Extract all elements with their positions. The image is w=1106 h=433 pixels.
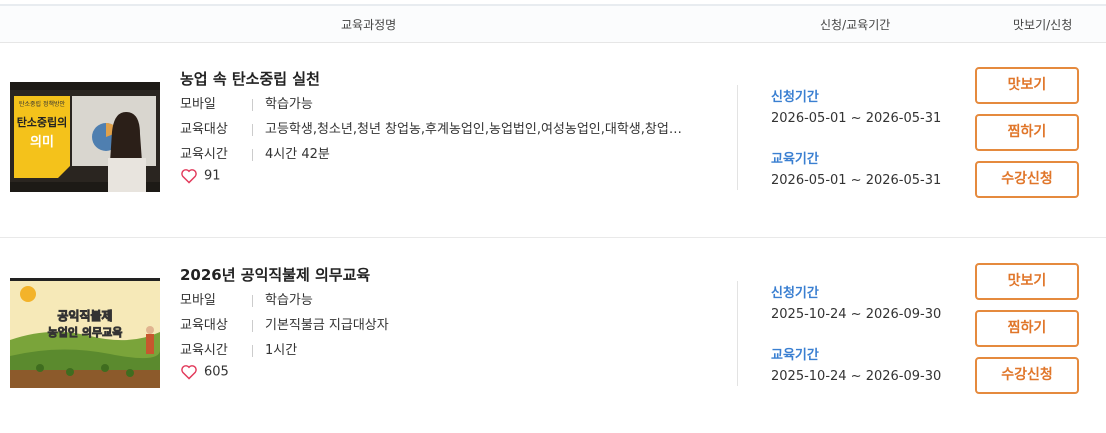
enroll-button[interactable]: 수강신청 [975,357,1079,394]
time-value: 4시간 42분 [265,147,330,162]
edu-period-value: 2026-05-01 ~ 2026-05-31 [771,173,942,188]
info-divider [252,294,253,307]
preview-button[interactable]: 맛보기 [975,67,1079,104]
thumb-title-line2: 의미 [30,134,54,150]
time-label: 교육시간 [180,147,228,162]
edu-period-label: 교육기간 [771,152,819,167]
course-thumbnail[interactable]: 탄소중립 정책방안 탄소중립의 의미 [10,82,160,192]
device-value: 학습가능 [265,97,313,112]
device-info: 모바일 학습가능 [180,289,313,308]
edu-period-label: 교육기간 [771,348,819,363]
course-row: 탄소중립 정책방안 탄소중립의 의미 농업 속 탄소중립 실천 모바일 학습가능 … [0,41,1106,238]
apply-period-label: 신청기간 [771,90,819,105]
like-number: 91 [204,168,221,184]
target-value: 기본직불금 지급대상자 [265,318,389,333]
like-count[interactable]: 91 [180,168,221,184]
edu-period-value: 2025-10-24 ~ 2026-09-30 [771,369,942,384]
column-header-period: 신청/교육기간 [820,18,891,32]
wishlist-button[interactable]: 찜하기 [975,114,1079,151]
apply-period-value: 2025-10-24 ~ 2026-09-30 [771,307,942,322]
target-label: 교육대상 [180,318,228,333]
target-value: 고등학생,청소년,청년 창업농,후계농업인,농업법인,여성농업인,대학생,창업… [265,122,682,137]
thumb-title-line1: 탄소중립의 [17,115,68,129]
info-divider [252,344,253,357]
info-divider [252,123,253,136]
heart-icon[interactable] [180,364,198,380]
thumb-title-line2: 농업인 의무교육 [48,325,123,339]
wishlist-button[interactable]: 찜하기 [975,310,1079,347]
course-title[interactable]: 2026년 공익직불제 의무교육 [180,264,370,285]
table-header: 교육과정명 신청/교육기간 맛보기/신청 [0,4,1106,43]
course-title[interactable]: 농업 속 탄소중립 실천 [180,68,320,89]
enroll-button[interactable]: 수강신청 [975,161,1079,198]
course-row: 공익직불제 농업인 의무교육 2026년 공익직불제 의무교육 모바일 학습가능 … [0,237,1106,433]
device-info: 모바일 학습가능 [180,93,313,112]
like-number: 605 [204,364,229,380]
like-count[interactable]: 605 [180,364,229,380]
course-thumbnail[interactable]: 공익직불제 농업인 의무교육 [10,278,160,388]
preview-button[interactable]: 맛보기 [975,263,1079,300]
column-divider [737,281,738,386]
target-label: 교육대상 [180,122,228,137]
info-divider [252,148,253,161]
column-header-action: 맛보기/신청 [1013,18,1073,32]
apply-period-label: 신청기간 [771,286,819,301]
thumb-caption: 탄소중립 정책방안 [19,100,66,108]
info-divider [252,98,253,111]
column-divider [737,85,738,190]
time-info: 교육시간 4시간 42분 [180,143,330,162]
device-label: 모바일 [180,293,216,308]
device-value: 학습가능 [265,293,313,308]
column-header-course-name: 교육과정명 [341,18,397,32]
apply-period-value: 2026-05-01 ~ 2026-05-31 [771,111,942,126]
time-value: 1시간 [265,343,298,358]
device-label: 모바일 [180,97,216,112]
info-divider [252,319,253,332]
time-label: 교육시간 [180,343,228,358]
heart-icon[interactable] [180,168,198,184]
time-info: 교육시간 1시간 [180,339,297,358]
target-info: 교육대상 고등학생,청소년,청년 창업농,후계농업인,농업법인,여성농업인,대학생… [180,118,682,137]
thumb-title-line1: 공익직불제 [57,308,112,323]
target-info: 교육대상 기본직불금 지급대상자 [180,314,389,333]
